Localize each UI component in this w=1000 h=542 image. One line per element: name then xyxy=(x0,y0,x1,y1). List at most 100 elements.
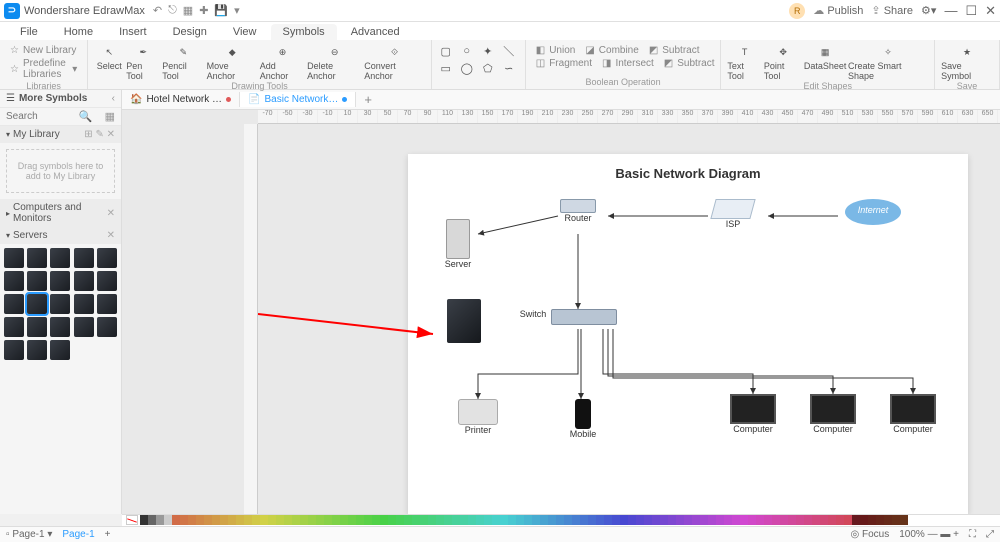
symbol-item[interactable] xyxy=(50,294,70,314)
tab-home[interactable]: Home xyxy=(52,24,105,40)
text-tool[interactable]: TText Tool xyxy=(727,44,762,81)
add-anchor[interactable]: ⊕Add Anchor xyxy=(260,44,305,81)
fit-button[interactable]: ⛶ xyxy=(969,529,976,540)
fragment-button[interactable]: ◫ Fragment xyxy=(532,57,596,70)
document-tabs: 🏠Hotel Network … 📄Basic Network… + xyxy=(0,90,1000,110)
node-computer-3[interactable]: Computer xyxy=(878,394,948,434)
combine-button[interactable]: ◪ Combine xyxy=(581,44,642,57)
new-icon[interactable]: ✚ xyxy=(199,4,208,17)
point-tool[interactable]: ✥Point Tool xyxy=(764,44,802,81)
node-isp[interactable]: ISP xyxy=(708,199,758,229)
symbol-item[interactable] xyxy=(97,248,117,268)
symbol-item[interactable] xyxy=(4,340,24,360)
subtract-button[interactable]: ◩ Subtract xyxy=(645,44,704,57)
symbol-item[interactable] xyxy=(97,294,117,314)
symbol-item[interactable] xyxy=(50,271,70,291)
filter-icon[interactable]: ▦ xyxy=(99,110,121,123)
node-printer[interactable]: Printer xyxy=(448,399,508,435)
undo-icon[interactable]: ↶ xyxy=(153,4,162,17)
doc-tab-1[interactable]: 🏠Hotel Network … xyxy=(122,92,240,107)
node-router[interactable]: Router xyxy=(553,199,603,223)
search-input[interactable] xyxy=(0,108,73,125)
datasheet-button[interactable]: ▦DataSheet xyxy=(804,44,846,71)
page-indicator[interactable]: ▫ Page-1 ▾ xyxy=(6,529,52,540)
tile-icon[interactable]: ▦ xyxy=(183,4,193,17)
symbol-item[interactable] xyxy=(97,271,117,291)
title-bar: ⊃ Wondershare EdrawMax ↶ ⎋ ▦ ✚ 💾 ▾ R ☁ P… xyxy=(0,0,1000,22)
more-symbols-button[interactable]: ☰ More Symbols‹ xyxy=(0,90,121,108)
new-library-button[interactable]: ☆ New Library xyxy=(6,44,81,57)
symbol-item[interactable] xyxy=(4,317,24,337)
move-anchor[interactable]: ◆Move Anchor xyxy=(207,44,258,81)
symbol-item[interactable] xyxy=(74,294,94,314)
pencil-tool[interactable]: ✎Pencil Tool xyxy=(162,44,204,81)
symbol-item[interactable] xyxy=(74,317,94,337)
tab-file[interactable]: File xyxy=(8,24,50,40)
symbol-item[interactable] xyxy=(4,271,24,291)
tab-design[interactable]: Design xyxy=(161,24,219,40)
symbol-item-selected[interactable] xyxy=(27,294,47,314)
search-icon[interactable]: 🔍 xyxy=(73,110,99,123)
save-icon[interactable]: 💾 xyxy=(214,4,228,17)
menu-tabs: File Home Insert Design View Symbols Adv… xyxy=(0,22,1000,40)
publish-link[interactable]: ☁ Publish xyxy=(813,4,863,17)
node-money-server[interactable] xyxy=(438,299,490,343)
symbol-item[interactable] xyxy=(50,248,70,268)
node-internet[interactable]: Internet xyxy=(838,194,908,230)
subtract2-button[interactable]: ◩ Subtract xyxy=(660,57,719,70)
symbol-grid xyxy=(0,244,121,364)
symbol-item[interactable] xyxy=(50,340,70,360)
union-button[interactable]: ◧ Union xyxy=(532,44,580,57)
node-computer-1[interactable]: Computer xyxy=(718,394,788,434)
predefine-libraries-button[interactable]: ☆ Predefine Libraries▾ xyxy=(6,57,81,81)
focus-mode[interactable]: ◎ Focus xyxy=(850,529,889,540)
tab-advanced[interactable]: Advanced xyxy=(339,24,412,40)
convert-anchor[interactable]: ⟐Convert Anchor xyxy=(364,44,424,81)
symbol-item[interactable] xyxy=(74,248,94,268)
canvas[interactable]: Basic Network Diagram xyxy=(258,124,1000,542)
smart-shape-button[interactable]: ✧Create Smart Shape xyxy=(848,44,928,81)
symbol-item[interactable] xyxy=(97,317,117,337)
redo-icon[interactable]: ⎋ xyxy=(168,4,177,17)
more-qat-icon[interactable]: ▾ xyxy=(234,4,240,17)
my-library-section[interactable]: ▾My Library⊞ ✎ ✕ xyxy=(0,126,121,143)
symbol-item[interactable] xyxy=(27,248,47,268)
save-symbol-button[interactable]: ★Save Symbol xyxy=(941,44,993,81)
close-icon[interactable]: ✕ xyxy=(985,3,996,19)
intersect-button[interactable]: ◨ Intersect xyxy=(598,57,658,70)
minimize-icon[interactable]: — xyxy=(944,3,957,18)
shape-grid[interactable]: ▢○✦＼ ▭◯⬠∽ xyxy=(438,44,519,75)
color-bar[interactable] xyxy=(122,514,1000,526)
no-color[interactable] xyxy=(126,515,138,525)
pen-tool[interactable]: ✒Pen Tool xyxy=(126,44,160,81)
user-avatar[interactable]: R xyxy=(789,3,805,19)
share-link[interactable]: ⇪ Share xyxy=(871,4,913,17)
cat-computers[interactable]: ▸Computers and Monitors✕ xyxy=(0,199,121,227)
fullscreen-button[interactable]: ⤢ xyxy=(986,529,994,540)
symbol-item[interactable] xyxy=(27,317,47,337)
page-label[interactable]: Page-1 xyxy=(62,529,94,540)
tab-insert[interactable]: Insert xyxy=(107,24,159,40)
doc-tab-2[interactable]: 📄Basic Network… xyxy=(240,92,356,107)
symbol-item[interactable] xyxy=(27,271,47,291)
add-page-button[interactable]: + xyxy=(105,529,111,540)
node-server[interactable]: Server xyxy=(428,219,488,269)
node-switch[interactable] xyxy=(551,309,621,325)
node-computer-2[interactable]: Computer xyxy=(798,394,868,434)
settings-icon[interactable]: ⚙▾ xyxy=(921,4,936,17)
select-tool[interactable]: ↖Select xyxy=(94,44,124,71)
symbol-item[interactable] xyxy=(74,271,94,291)
symbol-item[interactable] xyxy=(4,294,24,314)
add-tab-button[interactable]: + xyxy=(356,90,380,109)
symbol-item[interactable] xyxy=(27,340,47,360)
zoom-control[interactable]: 100% — ▬ + xyxy=(899,529,959,540)
symbol-item[interactable] xyxy=(50,317,70,337)
tab-symbols[interactable]: Symbols xyxy=(271,24,337,40)
symbol-item[interactable] xyxy=(4,248,24,268)
node-mobile[interactable]: Mobile xyxy=(563,399,603,439)
delete-anchor[interactable]: ⊖Delete Anchor xyxy=(307,44,362,81)
tab-view[interactable]: View xyxy=(221,24,269,40)
maximize-icon[interactable]: ☐ xyxy=(965,3,977,19)
drop-zone[interactable]: Drag symbols here to add to My Library xyxy=(6,149,115,193)
cat-servers[interactable]: ▾Servers✕ xyxy=(0,227,121,244)
